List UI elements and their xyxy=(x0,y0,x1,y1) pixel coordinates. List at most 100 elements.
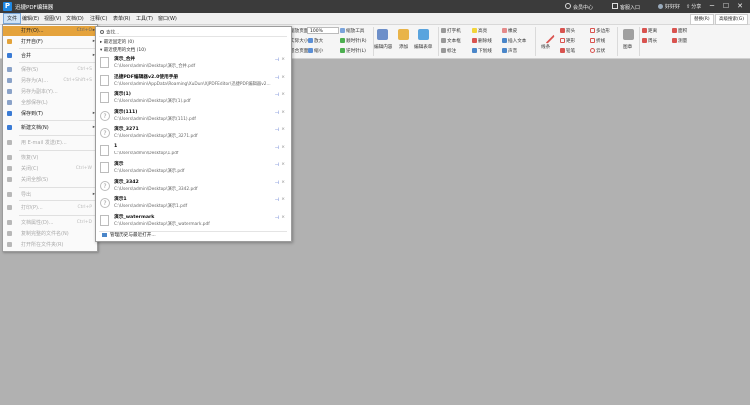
file-menu-item[interactable]: 保存(S) Ctrl+S xyxy=(3,65,97,75)
ribbon-underline[interactable]: 下划线 xyxy=(472,48,492,54)
ribbon-add[interactable]: 添加 xyxy=(399,44,408,50)
pin-icon[interactable]: ⊣ xyxy=(275,180,279,186)
file-menu-item[interactable]: 关闭全部(S) xyxy=(3,175,97,185)
recent-file-item[interactable]: 演示_watermark C:\Users\admin\Desktop\演示_wa… xyxy=(99,213,287,229)
recent-file-item[interactable]: ? 演示_3342 C:\Users\admin\Desktop\演示_3342.p… xyxy=(99,178,287,194)
remove-recent-icon[interactable]: × xyxy=(281,127,285,132)
manage-history-button[interactable]: 管理历史与最近打开... xyxy=(99,231,287,240)
ribbon-polyline[interactable]: 折线 xyxy=(590,38,605,44)
recent-file-item[interactable]: 演示(1) C:\Users\admin\Desktop\演示(1).pdf ⊣ × xyxy=(99,90,287,106)
ribbon-eraser[interactable]: 橡皮 xyxy=(502,28,517,34)
remove-recent-icon[interactable]: × xyxy=(281,110,285,115)
recent-file-item[interactable]: 迅捷PDF编辑器v2.0使用手册 C:\Users\admin\AppData\R… xyxy=(99,73,287,89)
file-menu-item[interactable]: 另存为(A)... Ctrl+Shift+S xyxy=(3,76,97,86)
ribbon-fit-page[interactable]: 适合页面 xyxy=(290,48,308,54)
ribbon-measure[interactable]: 测量 xyxy=(672,38,687,44)
pin-icon[interactable]: ⊣ xyxy=(275,127,279,133)
file-menu-item[interactable]: 导出 ▸ xyxy=(3,190,97,200)
pinned-group-header[interactable]: ▸ 最近固定的 (0) xyxy=(100,39,134,45)
recent-search-input[interactable]: 查找... xyxy=(99,30,287,37)
stamp-icon[interactable] xyxy=(623,29,634,40)
ribbon-insert-text[interactable]: 插入文本 xyxy=(502,38,526,44)
menu-document[interactable]: 文档(D) xyxy=(66,15,84,22)
file-menu-item[interactable]: 打开(O)... Ctrl+O ▸ xyxy=(3,26,97,36)
file-menu-item[interactable]: 用 E-mail 发送(E)... xyxy=(3,138,97,148)
pin-icon[interactable]: ⊣ xyxy=(275,162,279,168)
ribbon-cloud[interactable]: 云状 xyxy=(590,48,605,54)
file-menu-item[interactable]: 复制完整的文件名(N) xyxy=(3,229,97,239)
menu-comment[interactable]: 注释(C) xyxy=(90,15,107,22)
ribbon-form-edit[interactable]: 编辑表单 xyxy=(414,44,432,50)
file-menu-item[interactable]: 合并 ▸ xyxy=(3,51,97,61)
ribbon-perimeter[interactable]: 周长 xyxy=(642,38,657,44)
file-menu-item[interactable]: 新建文档(N) ▸ xyxy=(3,123,97,133)
file-menu-item[interactable]: 全部保存(L) xyxy=(3,98,97,108)
member-center-button[interactable]: 会员中心 xyxy=(565,3,593,11)
ribbon-zoom-tools[interactable]: 缩放工具 xyxy=(340,28,364,34)
file-menu-item[interactable]: 另存为副本(Y)... xyxy=(3,87,97,97)
file-menu-item[interactable]: 打开自(F) ▸ xyxy=(3,37,97,47)
pin-icon[interactable]: ⊣ xyxy=(275,215,279,221)
ribbon-stamp[interactable]: 图章 xyxy=(623,44,632,50)
ribbon-zoom-in[interactable]: 放大 xyxy=(308,38,323,44)
ribbon-sound[interactable]: 声音 xyxy=(502,48,517,54)
recent-file-item[interactable]: 演示 C:\Users\admin\Desktop\演示.pdf ⊣ × xyxy=(99,160,287,176)
share-button[interactable]: ⇪分享 xyxy=(686,3,701,10)
recent-file-item[interactable]: ? 演示_3271 C:\Users\admin\Desktop\演示_3271.p… xyxy=(99,125,287,141)
pin-icon[interactable]: ⊣ xyxy=(275,145,279,151)
menu-view[interactable]: 视图(V) xyxy=(44,15,61,22)
replace-button[interactable]: 替换(R) xyxy=(690,14,714,25)
remove-recent-icon[interactable]: × xyxy=(281,57,285,62)
ribbon-line[interactable]: 线条 xyxy=(541,44,550,50)
ribbon-actual-size[interactable]: 实际大小 xyxy=(290,38,308,44)
advanced-search-button[interactable]: 高级搜索(G) xyxy=(715,14,748,25)
menu-file[interactable]: 文件 xyxy=(3,13,22,24)
recent-file-item[interactable]: ? 演示(111) C:\Users\admin\Desktop\演示(111).p… xyxy=(99,108,287,124)
file-menu-item[interactable]: 打印(P)... Ctrl+P xyxy=(3,203,97,213)
recent-file-item[interactable]: 演示_合并 C:\Users\admin\Desktop\演示_合并.pdf ⊣ × xyxy=(99,55,287,71)
edit-content-icon[interactable] xyxy=(377,29,388,40)
pin-icon[interactable]: ⊣ xyxy=(275,75,279,81)
menu-window[interactable]: 窗口(W) xyxy=(158,15,177,22)
ribbon-textbox[interactable]: 文本框 xyxy=(441,38,461,44)
remove-recent-icon[interactable]: × xyxy=(281,162,285,167)
ribbon-rect[interactable]: 矩形 xyxy=(560,38,575,44)
remove-recent-icon[interactable]: × xyxy=(281,197,285,202)
customer-service-button[interactable]: 客服入口 xyxy=(612,3,640,11)
menu-tools[interactable]: 工具(T) xyxy=(136,15,153,22)
ribbon-callout[interactable]: 标注 xyxy=(441,48,456,54)
ribbon-highlight[interactable]: 高亮 xyxy=(472,28,487,34)
pin-icon[interactable]: ⊣ xyxy=(275,92,279,98)
recent-file-item[interactable]: 1 C:\Users\admin\Desktop\1.pdf ⊣ × xyxy=(99,143,287,159)
ribbon-typewriter[interactable]: 打字机 xyxy=(441,28,461,34)
recent-group-header[interactable]: ▾ 最近使用的文档 (10) xyxy=(100,47,146,53)
zoom-select[interactable]: 100% xyxy=(307,27,339,34)
ribbon-area[interactable]: 面积 xyxy=(672,28,687,34)
ribbon-edit-content[interactable]: 编辑内容 xyxy=(374,44,392,50)
ribbon-pen[interactable]: 铅笔 xyxy=(560,48,575,54)
close-button[interactable]: ✕ xyxy=(734,1,746,11)
ribbon-strikeout[interactable]: 删除线 xyxy=(472,38,492,44)
file-menu-item[interactable]: 文档属性(D)... Ctrl+D xyxy=(3,218,97,228)
pin-icon[interactable]: ⊣ xyxy=(275,110,279,116)
menu-edit[interactable]: 编辑(E) xyxy=(22,15,39,22)
remove-recent-icon[interactable]: × xyxy=(281,215,285,220)
ribbon-distance[interactable]: 距离 xyxy=(642,28,657,34)
ribbon-arrow[interactable]: 箭头 xyxy=(560,28,575,34)
form-edit-icon[interactable] xyxy=(418,29,429,40)
remove-recent-icon[interactable]: × xyxy=(281,145,285,150)
remove-recent-icon[interactable]: × xyxy=(281,75,285,80)
ribbon-rotate-ccw[interactable]: 逆时针(L) xyxy=(340,48,366,54)
remove-recent-icon[interactable]: × xyxy=(281,180,285,185)
ribbon-zoom-out[interactable]: 缩小 xyxy=(308,48,323,54)
minimize-button[interactable]: ─ xyxy=(706,1,718,11)
ribbon-page-label[interactable]: 缩放页面 xyxy=(290,28,308,34)
file-menu-item[interactable]: 打开所在文件夹(R) xyxy=(3,240,97,250)
recent-file-item[interactable]: ? 演示1 C:\Users\admin\Desktop\演示1.pdf ⊣ × xyxy=(99,195,287,211)
user-account[interactable]: 好好好 xyxy=(658,3,680,10)
ribbon-rotate-cw[interactable]: 顺时针(R) xyxy=(340,38,367,44)
menu-form[interactable]: 表单(R) xyxy=(113,15,130,22)
remove-recent-icon[interactable]: × xyxy=(281,92,285,97)
ribbon-polygon[interactable]: 多边形 xyxy=(590,28,610,34)
file-menu-item[interactable]: 恢复(V) xyxy=(3,153,97,163)
